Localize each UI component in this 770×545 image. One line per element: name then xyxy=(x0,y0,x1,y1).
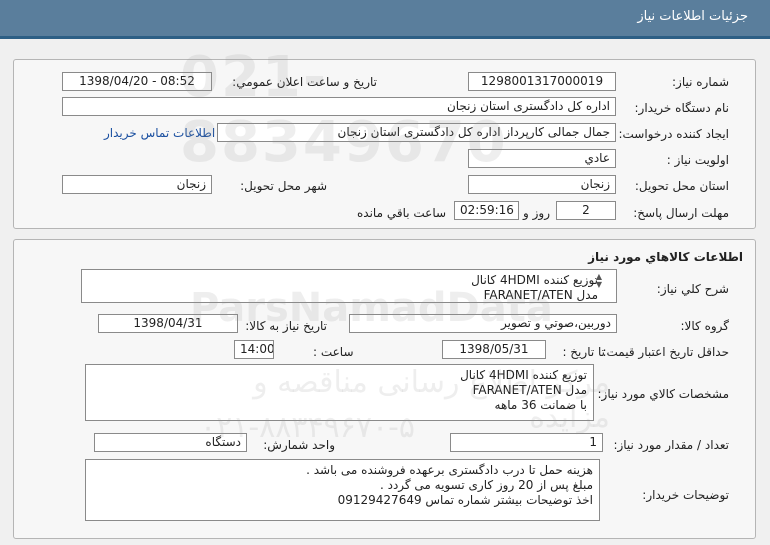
specs-textarea[interactable]: توزیع کننده 4HDMI کانال مدل FARANET/ATEN… xyxy=(85,364,594,421)
announce-date-field: 1398/04/20 - 08:52 xyxy=(62,72,212,91)
specs-line-3: با ضمانت 36 ماهه xyxy=(494,398,587,412)
quantity-field: 1 xyxy=(450,433,603,452)
summary-label: شرح کلي نياز: xyxy=(656,282,729,296)
buyer-org-label: نام دستگاه خريدار: xyxy=(634,101,730,115)
price-validity-label: حداقل تاريخ اعتبار قيمت: xyxy=(602,345,729,359)
notes-line-1: هزینه حمل تا درب دادگستری برعهده فروشنده… xyxy=(306,463,593,477)
deadline-time-field: 02:59:16 xyxy=(454,201,519,220)
goods-info-panel: اطلاعات کالاهاي مورد نياز شرح کلي نياز: … xyxy=(13,239,756,539)
notes-line-3: اخذ توضیحات بیشتر شماره تماس 09129427649 xyxy=(337,493,593,507)
priority-label: اولويت نياز : xyxy=(666,153,729,167)
need-number-label: شماره نياز: xyxy=(672,75,729,89)
until-date-label: تا تاريخ : xyxy=(562,345,605,359)
specs-line-2: مدل FARANET/ATEN xyxy=(472,383,587,397)
buyer-contact-link[interactable]: اطلاعات تماس خريدار xyxy=(104,126,215,140)
need-number-field: 1298001317000019 xyxy=(468,72,616,91)
summary-line-2: مدل FARANET/ATEN xyxy=(483,288,598,302)
quantity-label: تعداد / مقدار مورد نياز: xyxy=(613,438,729,452)
goods-group-field: دوربين،صوتي و تصوير xyxy=(349,314,617,333)
delivery-city-field: زنجان xyxy=(62,175,212,194)
goods-section-title: اطلاعات کالاهاي مورد نياز xyxy=(588,250,743,264)
announce-date-label: تاريخ و ساعت اعلان عمومي: xyxy=(232,75,377,89)
creator-field: جمال جمالی کارپرداز اداره کل دادگستری اس… xyxy=(217,123,616,142)
deadline-label: مهلت ارسال پاسخ: xyxy=(633,206,729,220)
scroll-arrows-icon[interactable]: ▲ ▼ xyxy=(594,273,604,289)
summary-textarea[interactable]: توزیع کننده 4HDMI کانال مدل FARANET/ATEN xyxy=(81,269,617,303)
unit-field: دستگاه xyxy=(94,433,247,452)
delivery-city-label: شهر محل تحويل: xyxy=(240,179,327,193)
specs-line-1: توزیع کننده 4HDMI کانال xyxy=(460,368,587,382)
days-word: روز و xyxy=(523,206,550,220)
creator-label: ايجاد کننده درخواست: xyxy=(618,127,729,141)
unit-label: واحد شمارش: xyxy=(263,438,335,452)
summary-line-1: توزیع کننده 4HDMI کانال xyxy=(471,273,598,287)
buyer-org-field: اداره کل دادگستری استان زنجان xyxy=(62,97,616,116)
need-date-field: 1398/04/31 xyxy=(98,314,238,333)
buyer-notes-label: توضيحات خريدار: xyxy=(642,488,729,502)
notes-line-2: مبلغ پس از 20 روز کاری تسویه می گردد . xyxy=(379,478,593,492)
validity-time-label: ساعت : xyxy=(313,345,354,359)
goods-group-label: گروه کالا: xyxy=(680,319,730,333)
delivery-province-field: زنجان xyxy=(468,175,616,194)
need-date-label: تاريخ نياز به کالا: xyxy=(245,319,327,333)
validity-time-field: 14:00 xyxy=(234,340,274,359)
deadline-days-field: 2 xyxy=(556,201,616,220)
validity-date-field: 1398/05/31 xyxy=(442,340,546,359)
specs-label: مشخصات کالاي مورد نياز: xyxy=(597,387,729,401)
page-header: جزئيات اطلاعات نياز xyxy=(0,0,770,39)
time-left-suffix: ساعت باقي مانده xyxy=(357,206,447,220)
buyer-notes-textarea[interactable]: هزینه حمل تا درب دادگستری برعهده فروشنده… xyxy=(85,459,600,521)
delivery-province-label: استان محل تحويل: xyxy=(634,179,729,193)
priority-field: عادي xyxy=(468,149,616,168)
page-title: جزئيات اطلاعات نياز xyxy=(637,9,748,24)
need-info-panel: شماره نياز: 1298001317000019 تاريخ و ساع… xyxy=(13,59,756,229)
